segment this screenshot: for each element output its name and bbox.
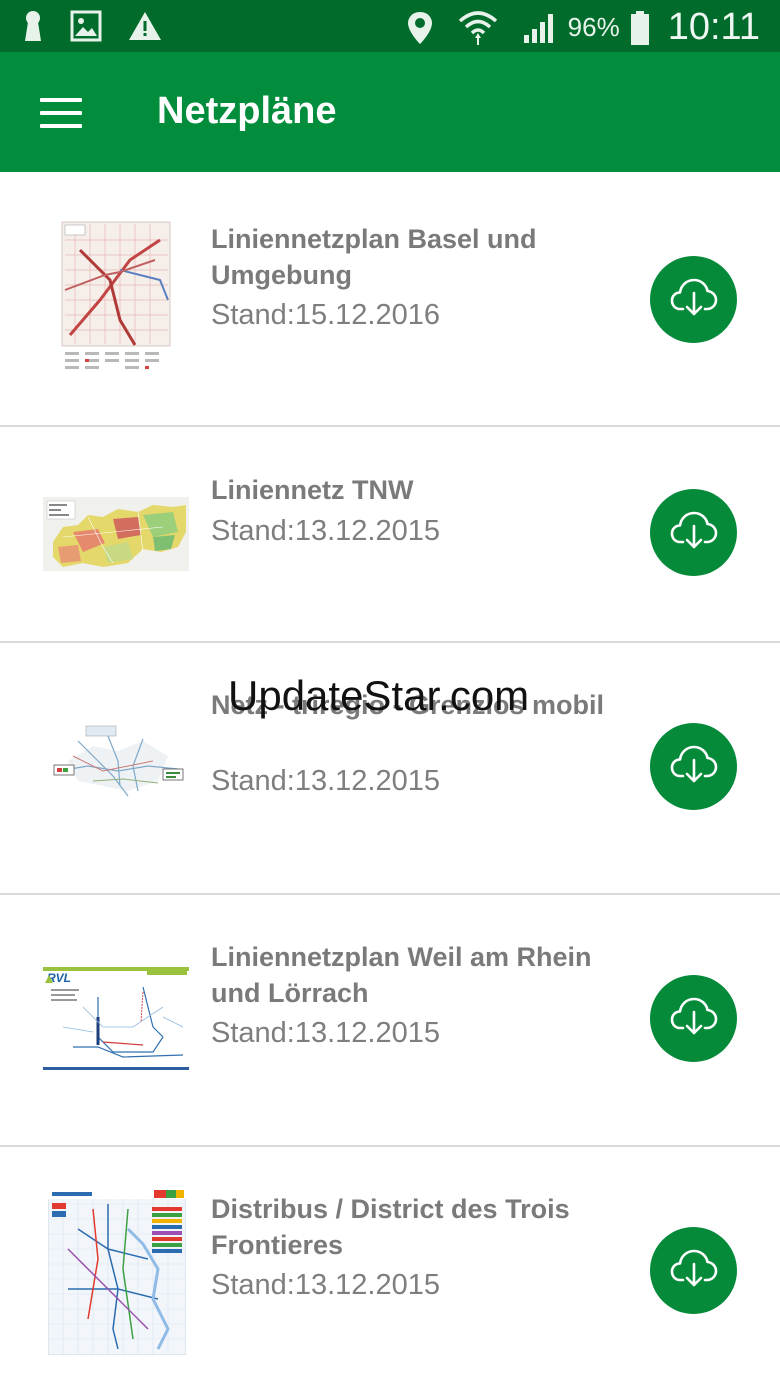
list-item[interactable]: Distribus / District des Trois Frontiere… bbox=[0, 1147, 780, 1386]
cloud-download-icon bbox=[670, 996, 718, 1041]
plan-date: Stand:15.12.2016 bbox=[211, 299, 440, 331]
app-bar: Netzpläne bbox=[0, 52, 780, 172]
cloud-download-icon bbox=[670, 744, 718, 789]
cloud-download-icon bbox=[670, 277, 718, 322]
list-item[interactable]: Liniennetz TNW Stand:13.12.2015 bbox=[0, 427, 780, 643]
watermark: UpdateStar.com bbox=[228, 672, 530, 719]
location-icon bbox=[406, 10, 434, 46]
plan-date: Stand:13.12.2015 bbox=[211, 1017, 440, 1049]
status-bar-system: 96% 10:11 bbox=[406, 6, 760, 49]
list-item[interactable]: Liniennetzplan Basel und Umgebung Stand:… bbox=[0, 172, 780, 427]
plan-thumbnail-rvl[interactable]: RVL bbox=[43, 967, 189, 1073]
network-plan-list: Liniennetzplan Basel und Umgebung Stand:… bbox=[0, 172, 780, 1386]
plan-thumbnail-distribus[interactable] bbox=[47, 1188, 187, 1356]
plan-thumbnail-triregio[interactable] bbox=[48, 721, 186, 811]
plan-thumbnail-basel[interactable] bbox=[60, 220, 172, 378]
list-item[interactable]: RVL Liniennetzplan Weil am Rhein und Lör… bbox=[0, 895, 780, 1147]
keyhole-icon bbox=[22, 10, 44, 42]
hamburger-menu-icon[interactable] bbox=[40, 98, 82, 128]
download-button[interactable] bbox=[650, 1227, 737, 1314]
plan-date: Stand:13.12.2015 bbox=[211, 515, 440, 547]
signal-icon bbox=[522, 11, 558, 45]
battery-icon bbox=[630, 10, 650, 46]
download-button[interactable] bbox=[650, 975, 737, 1062]
download-button[interactable] bbox=[650, 723, 737, 810]
plan-thumbnail-tnw[interactable] bbox=[43, 497, 189, 571]
status-bar-clock: 10:11 bbox=[667, 6, 760, 48]
plan-title[interactable]: Liniennetzplan Weil am Rhein und Lörrach bbox=[211, 939, 631, 1011]
download-button[interactable] bbox=[650, 489, 737, 576]
plan-title[interactable]: Liniennetz TNW bbox=[211, 472, 631, 508]
plan-title[interactable]: Liniennetzplan Basel und Umgebung bbox=[211, 221, 631, 293]
status-bar-notifications bbox=[22, 10, 162, 42]
image-icon bbox=[70, 10, 102, 42]
screen: 96% 10:11 Netzpläne Liniennetzplan Basel… bbox=[0, 0, 780, 1386]
wifi-icon bbox=[458, 9, 498, 47]
plan-date: Stand:13.12.2015 bbox=[211, 1269, 440, 1301]
plan-date: Stand:13.12.2015 bbox=[211, 765, 440, 797]
page-title: Netzpläne bbox=[157, 90, 337, 132]
plan-title[interactable]: Distribus / District des Trois Frontiere… bbox=[211, 1191, 631, 1263]
download-button[interactable] bbox=[650, 256, 737, 343]
status-bar: 96% 10:11 bbox=[0, 0, 780, 52]
warning-icon bbox=[128, 10, 162, 42]
cloud-download-icon bbox=[670, 510, 718, 555]
cloud-download-icon bbox=[670, 1248, 718, 1293]
battery-percent: 96% bbox=[567, 12, 620, 42]
